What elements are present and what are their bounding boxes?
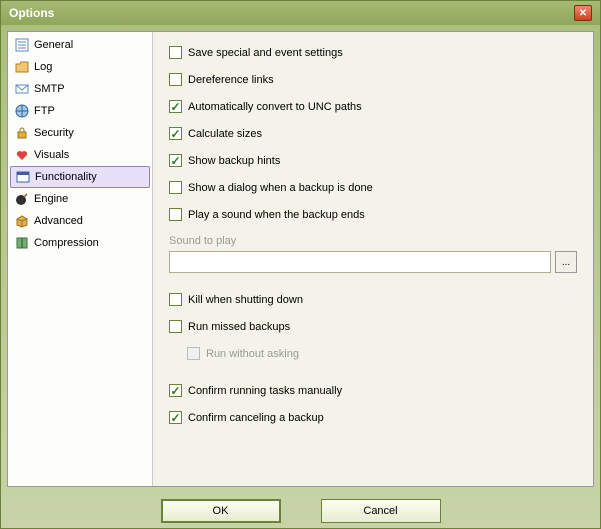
option-confirm-cancel[interactable]: Confirm canceling a backup	[169, 411, 577, 424]
sidebar-item-label: FTP	[34, 105, 55, 117]
sidebar-item-label: Engine	[34, 193, 68, 205]
archive-icon	[14, 235, 30, 251]
main-panel: Save special and event settings Derefere…	[153, 32, 593, 486]
checkbox[interactable]	[169, 154, 182, 167]
option-dialog-done[interactable]: Show a dialog when a backup is done	[169, 181, 577, 194]
checkbox[interactable]	[169, 46, 182, 59]
sidebar-item-label: Functionality	[35, 171, 97, 183]
option-run-missed[interactable]: Run missed backups	[169, 320, 577, 333]
checkbox	[187, 347, 200, 360]
checkbox[interactable]	[169, 100, 182, 113]
globe-icon	[14, 103, 30, 119]
close-icon: ✕	[579, 8, 587, 19]
option-calc-sizes[interactable]: Calculate sizes	[169, 127, 577, 140]
sidebar-item-label: Compression	[34, 237, 99, 249]
ellipsis-icon: ...	[562, 257, 570, 268]
ok-button[interactable]: OK	[161, 499, 281, 523]
window-title: Options	[9, 6, 54, 20]
option-label: Dereference links	[188, 74, 274, 86]
sidebar-item-log[interactable]: Log	[10, 56, 150, 78]
button-label: Cancel	[363, 505, 397, 517]
titlebar: Options ✕	[1, 1, 600, 25]
sidebar-item-smtp[interactable]: SMTP	[10, 78, 150, 100]
option-label: Kill when shutting down	[188, 294, 303, 306]
sound-row: ...	[169, 251, 577, 273]
option-dereference[interactable]: Dereference links	[169, 73, 577, 86]
option-label: Automatically convert to UNC paths	[188, 101, 362, 113]
checkbox[interactable]	[169, 208, 182, 221]
checkbox[interactable]	[169, 73, 182, 86]
folder-icon	[14, 59, 30, 75]
option-play-sound[interactable]: Play a sound when the backup ends	[169, 208, 577, 221]
option-label: Calculate sizes	[188, 128, 262, 140]
sidebar-item-label: Visuals	[34, 149, 69, 161]
sidebar-item-label: General	[34, 39, 73, 51]
cancel-button[interactable]: Cancel	[321, 499, 441, 523]
option-confirm-running[interactable]: Confirm running tasks manually	[169, 384, 577, 397]
option-save-special[interactable]: Save special and event settings	[169, 46, 577, 59]
heart-icon	[14, 147, 30, 163]
sidebar-item-ftp[interactable]: FTP	[10, 100, 150, 122]
content-area: General Log SMTP FTP Security Visuals	[7, 31, 594, 487]
checkbox[interactable]	[169, 127, 182, 140]
sidebar-item-visuals[interactable]: Visuals	[10, 144, 150, 166]
sidebar-item-label: Security	[34, 127, 74, 139]
option-label: Show backup hints	[188, 155, 280, 167]
option-label: Run missed backups	[188, 321, 290, 333]
box-icon	[14, 213, 30, 229]
sidebar-item-label: SMTP	[34, 83, 65, 95]
checkbox[interactable]	[169, 293, 182, 306]
sidebar-item-label: Log	[34, 61, 52, 73]
button-row: OK Cancel	[1, 493, 600, 529]
sidebar-item-compression[interactable]: Compression	[10, 232, 150, 254]
close-button[interactable]: ✕	[574, 5, 592, 21]
option-label: Confirm running tasks manually	[188, 385, 342, 397]
sidebar-item-advanced[interactable]: Advanced	[10, 210, 150, 232]
option-hints[interactable]: Show backup hints	[169, 154, 577, 167]
checkbox[interactable]	[169, 181, 182, 194]
option-label: Show a dialog when a backup is done	[188, 182, 373, 194]
option-label: Confirm canceling a backup	[188, 412, 324, 424]
browse-button[interactable]: ...	[555, 251, 577, 273]
sidebar-item-general[interactable]: General	[10, 34, 150, 56]
options-dialog: Options ✕ General Log SMTP FTP	[0, 0, 601, 529]
option-label: Run without asking	[206, 348, 299, 360]
checkbox[interactable]	[169, 411, 182, 424]
bomb-icon	[14, 191, 30, 207]
sidebar-item-security[interactable]: Security	[10, 122, 150, 144]
mail-icon	[14, 81, 30, 97]
sidebar-item-label: Advanced	[34, 215, 83, 227]
option-kill-shutdown[interactable]: Kill when shutting down	[169, 293, 577, 306]
option-unc[interactable]: Automatically convert to UNC paths	[169, 100, 577, 113]
option-label: Save special and event settings	[188, 47, 343, 59]
sidebar-item-engine[interactable]: Engine	[10, 188, 150, 210]
window-icon	[15, 169, 31, 185]
button-label: OK	[213, 505, 229, 517]
lock-icon	[14, 125, 30, 141]
option-run-without-asking: Run without asking	[187, 347, 577, 360]
list-icon	[14, 37, 30, 53]
sound-label: Sound to play	[169, 235, 577, 247]
checkbox[interactable]	[169, 320, 182, 333]
option-label: Play a sound when the backup ends	[188, 209, 365, 221]
checkbox[interactable]	[169, 384, 182, 397]
sidebar: General Log SMTP FTP Security Visuals	[8, 32, 153, 486]
sound-input[interactable]	[169, 251, 551, 273]
sidebar-item-functionality[interactable]: Functionality	[10, 166, 150, 188]
